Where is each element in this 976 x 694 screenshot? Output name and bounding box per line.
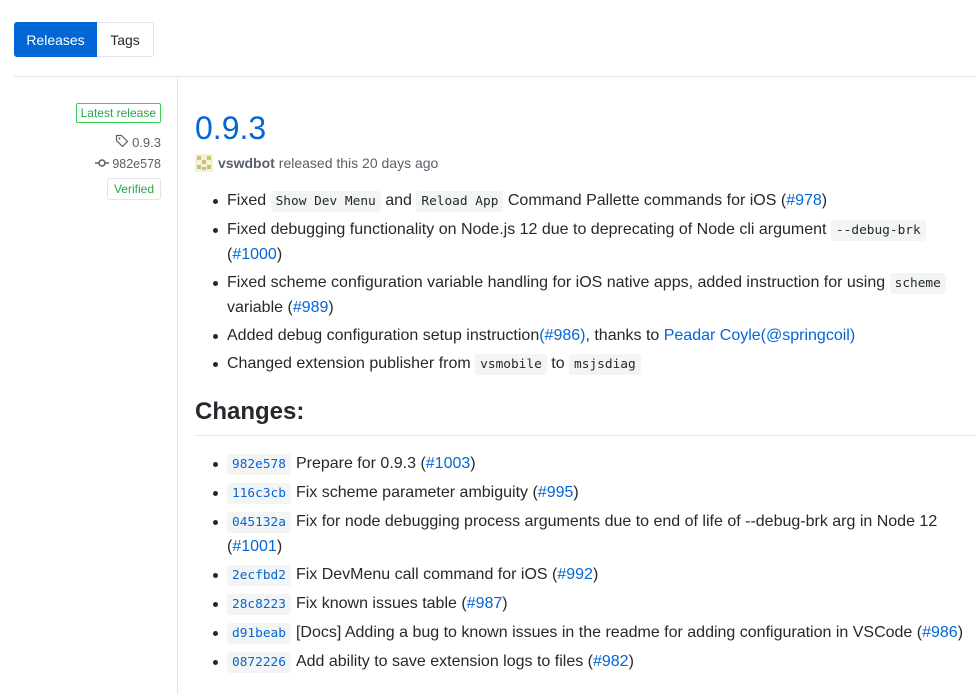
change-text: Fix for node debugging process arguments…: [227, 513, 938, 555]
list-item: 982e578 Prepare for 0.9.3 (#1003): [213, 452, 976, 477]
issue-link[interactable]: #978: [786, 192, 822, 209]
release-title[interactable]: 0.9.3: [195, 108, 976, 148]
contributor-link[interactable]: Peadar Coyle(@springcoil): [664, 327, 855, 344]
code-snippet: scheme: [889, 273, 946, 294]
note-text: Changed extension publisher from: [227, 355, 471, 372]
issue-link[interactable]: #982: [593, 653, 629, 670]
release-tag[interactable]: 0.9.3: [115, 134, 161, 151]
note-text: to: [551, 355, 565, 372]
issue-link[interactable]: #992: [557, 566, 593, 583]
change-text: ): [957, 624, 964, 641]
author-link[interactable]: vswdbot: [218, 155, 275, 171]
code-snippet: vsmobile: [475, 354, 547, 375]
list-item: 0872226 Add ability to save extension log…: [213, 650, 976, 675]
note-text: Fixed debugging functionality on Node.js…: [227, 221, 827, 238]
change-text: ): [628, 653, 634, 670]
note-text: and: [385, 192, 412, 209]
note-text: Fixed scheme configuration variable hand…: [227, 274, 886, 291]
commit-sha-link[interactable]: 28c8223: [227, 594, 291, 615]
note-text: Added debug configuration setup instruct…: [227, 327, 540, 344]
issue-link[interactable]: #995: [538, 484, 574, 501]
code-snippet: Reload App: [416, 191, 504, 212]
avatar-icon[interactable]: [195, 154, 213, 172]
commit-sha-link[interactable]: 116c3cb: [227, 483, 291, 504]
timeline-line: [177, 77, 178, 694]
code-snippet: --debug-brk: [830, 220, 926, 241]
list-item: 045132a Fix for node debugging process ar…: [213, 510, 976, 559]
change-text: [Docs] Adding a bug to known issues in t…: [295, 624, 923, 641]
note-text: Fixed: [227, 192, 267, 209]
issue-link[interactable]: #989: [293, 299, 329, 316]
issue-link[interactable]: #987: [467, 595, 503, 612]
release-commit[interactable]: 982e578: [95, 157, 161, 171]
commit-sha-link[interactable]: 0872226: [227, 652, 291, 673]
commit-sha[interactable]: 982e578: [112, 157, 161, 171]
issue-link[interactable]: (#986): [539, 327, 585, 344]
code-snippet: msjsdiag: [569, 354, 641, 375]
change-text: Fix known issues table (: [295, 595, 467, 612]
issue-link[interactable]: #1001: [232, 538, 277, 555]
issue-link[interactable]: #986: [922, 624, 958, 641]
verified-badge[interactable]: Verified: [106, 178, 161, 200]
change-text: ): [276, 538, 283, 555]
release-tabs: Releases Tags: [14, 22, 154, 57]
commit-sha-link[interactable]: d91beab: [227, 623, 291, 644]
issue-link[interactable]: #1000: [232, 246, 277, 263]
tag-icon: [115, 134, 129, 151]
list-item: Fixed debugging functionality on Node.js…: [213, 218, 976, 267]
released-text: released this 20 days ago: [278, 155, 439, 171]
change-text: ): [573, 484, 579, 501]
change-text: Prepare for 0.9.3 (: [295, 455, 426, 472]
list-item: Added debug configuration setup instruct…: [213, 324, 976, 348]
issue-link[interactable]: #1003: [426, 455, 471, 472]
list-item: Fixed Show Dev Menu and Reload App Comma…: [213, 189, 976, 214]
latest-release-badge: Latest release: [75, 103, 161, 123]
tab-releases[interactable]: Releases: [14, 22, 97, 57]
change-text: ): [502, 595, 508, 612]
changes-heading: Changes:: [195, 397, 976, 436]
change-text: ): [592, 566, 599, 583]
tag-label[interactable]: 0.9.3: [132, 135, 161, 150]
list-item: 116c3cb Fix scheme parameter ambiguity (#…: [213, 481, 976, 506]
commit-sha-link[interactable]: 2ecfbd2: [227, 565, 291, 586]
change-text: Fix DevMenu call command for iOS (: [295, 566, 558, 583]
list-item: d91beab [Docs] Adding a bug to known issu…: [213, 621, 976, 646]
note-text: variable (: [227, 299, 293, 316]
code-snippet: Show Dev Menu: [270, 191, 381, 212]
list-item: 2ecfbd2 Fix DevMenu call command for iOS …: [213, 563, 976, 588]
list-item: 28c8223 Fix known issues table (#987): [213, 592, 976, 617]
note-text: ): [821, 192, 828, 209]
note-text: Command Pallette commands for iOS (: [507, 192, 787, 209]
release-notes: Fixed Show Dev Menu and Reload App Comma…: [195, 189, 976, 377]
commit-sha-link[interactable]: 982e578: [227, 454, 291, 475]
note-text: ): [276, 246, 283, 263]
release-meta: Latest release 0.9.3 982e578 Verified: [0, 103, 161, 200]
divider: [14, 76, 976, 77]
change-text: Fix scheme parameter ambiguity (: [295, 484, 538, 501]
change-text: Add ability to save extension logs to fi…: [295, 653, 593, 670]
git-commit-icon: [95, 157, 110, 171]
list-item: Changed extension publisher from vsmobil…: [213, 352, 976, 377]
commit-sha-link[interactable]: 045132a: [227, 512, 291, 533]
tab-tags[interactable]: Tags: [97, 22, 154, 57]
note-text: ): [328, 299, 334, 316]
change-text: ): [470, 455, 476, 472]
list-item: Fixed scheme configuration variable hand…: [213, 271, 976, 320]
release-byline: vswdbot released this 20 days ago: [195, 154, 976, 172]
release-body: 0.9.3 vswdbot released this 20 days ago …: [195, 108, 976, 679]
changes-list: 982e578 Prepare for 0.9.3 (#1003) 116c3cb…: [195, 452, 976, 675]
note-text: , thanks to: [585, 327, 664, 344]
